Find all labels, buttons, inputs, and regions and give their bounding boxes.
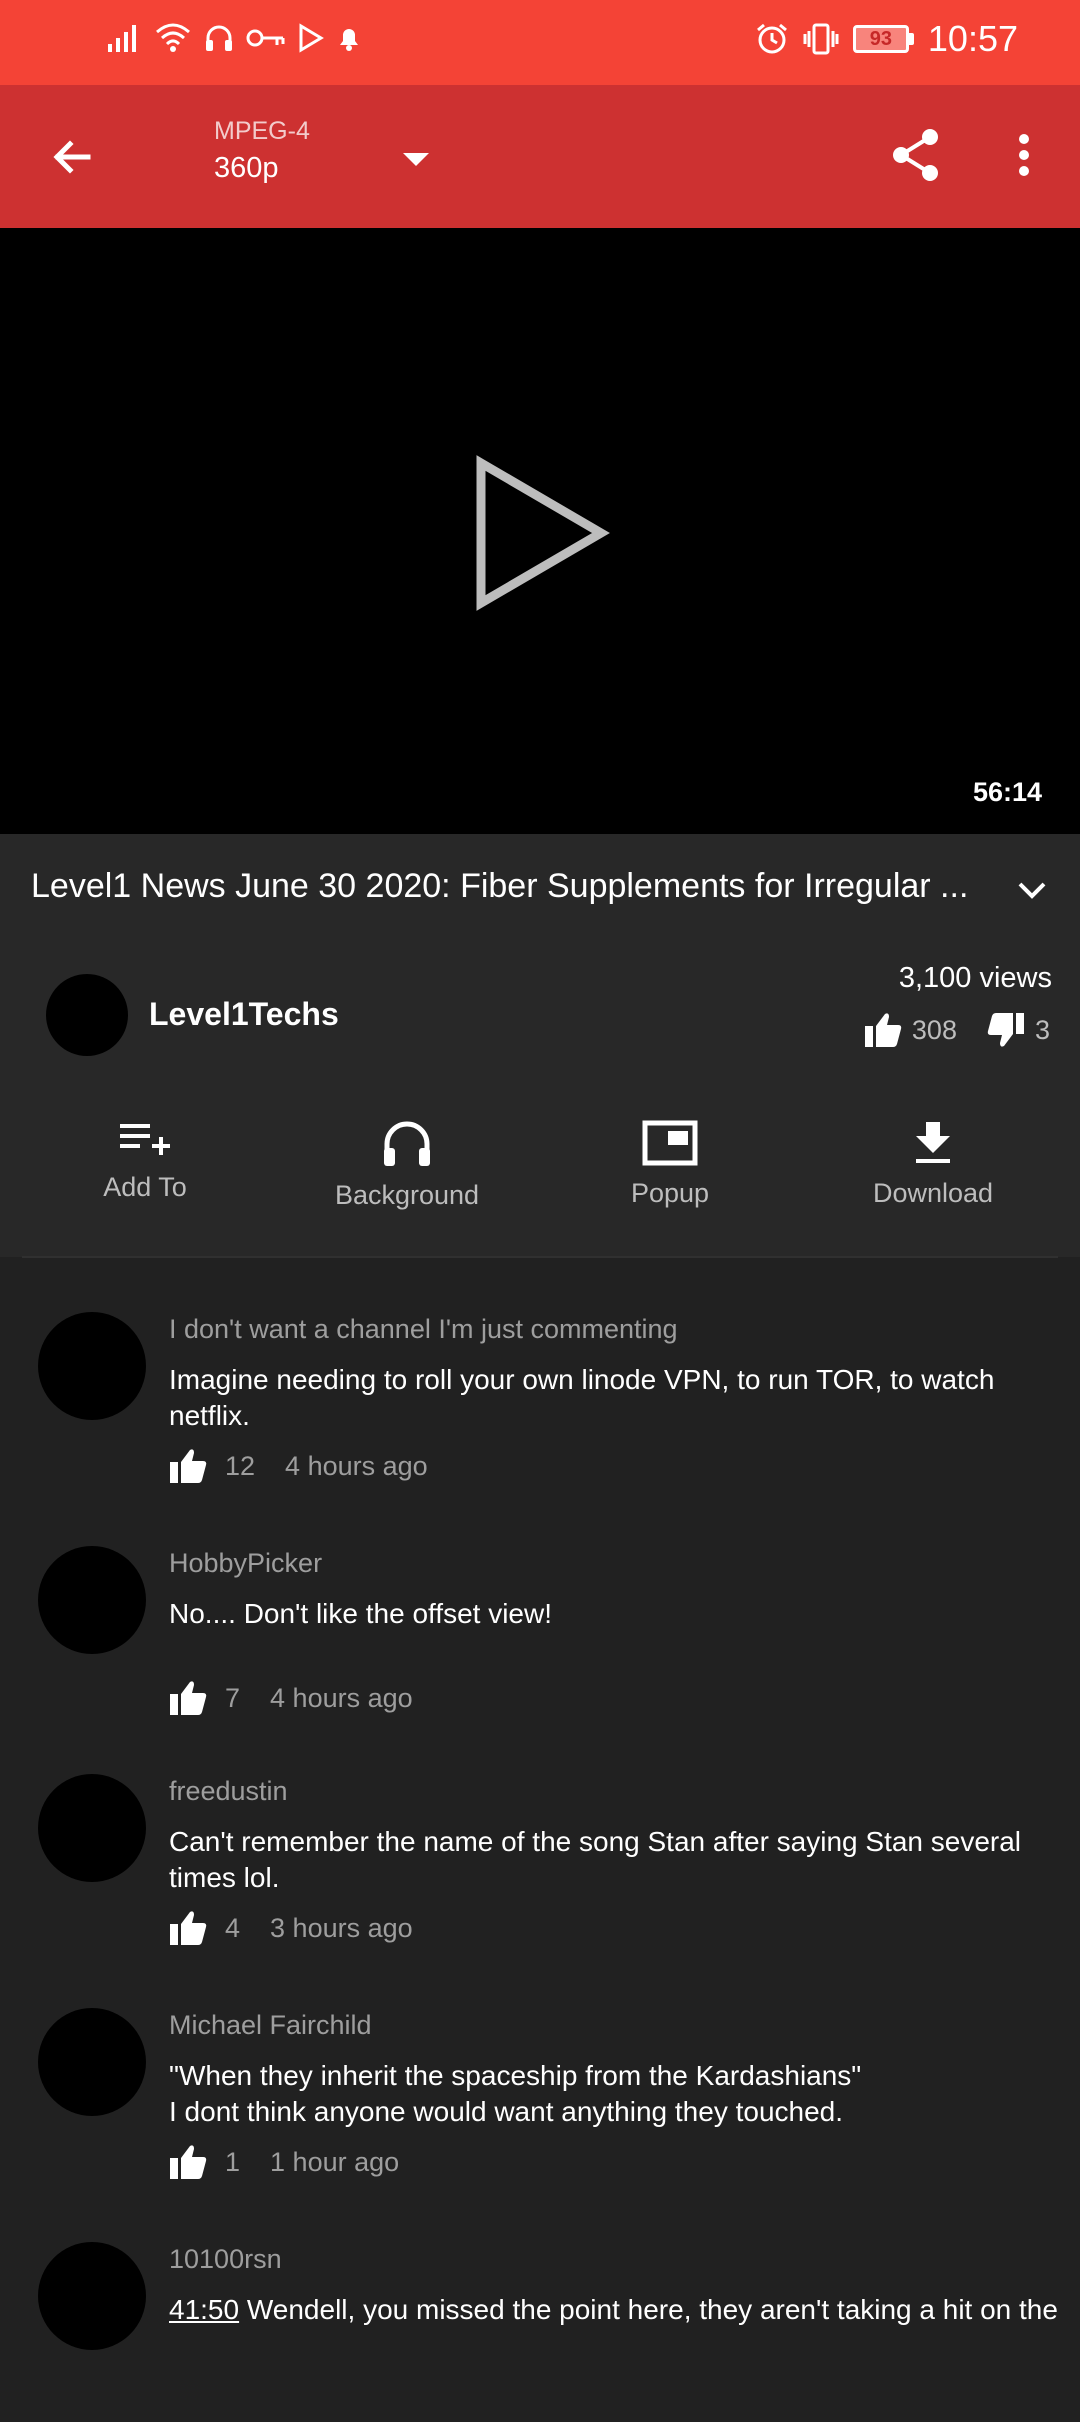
share-button[interactable]	[884, 123, 948, 187]
comment-like-count: 4	[225, 1912, 241, 1943]
video-title: Level1 News June 30 2020: Fiber Suppleme…	[31, 867, 969, 905]
play-store-icon	[299, 23, 324, 53]
action-label-background: Background	[334, 1180, 480, 1210]
actions-row: Add To Background Popup Download	[0, 1082, 1080, 1257]
alarm-icon	[756, 23, 787, 54]
headset-icon	[206, 25, 232, 51]
expand-description-button[interactable]	[1006, 864, 1058, 916]
action-label-popup: Popup	[630, 1178, 710, 1208]
headphones-icon	[384, 1121, 430, 1166]
comment-timestamp-link[interactable]: 41:50	[169, 2294, 239, 2325]
comment-time: 1 hour ago	[270, 2146, 400, 2177]
comment-author[interactable]: I don't want a channel I'm just commenti…	[169, 1314, 678, 1345]
more-options-button[interactable]	[992, 123, 1056, 187]
video-player[interactable]: 56:14	[0, 228, 1080, 834]
comment-like-count: 1	[225, 2146, 241, 2177]
status-icons-left	[106, 22, 362, 54]
thumb-up-icon	[864, 1013, 902, 1047]
commenter-avatar[interactable]	[38, 2008, 146, 2116]
comment-time: 4 hours ago	[285, 1450, 428, 1481]
comment-author[interactable]: freedustin	[169, 1776, 288, 1807]
background-play-button[interactable]: Background	[297, 1120, 517, 1211]
view-count: 3,100 views	[898, 962, 1052, 994]
comment-item[interactable]: HobbyPicker No.... Don't like the offset…	[0, 1492, 1080, 1720]
battery-indicator: 93	[852, 25, 914, 53]
channel-avatar[interactable]	[46, 974, 128, 1056]
toolbar: MPEG-4 360p	[0, 85, 1080, 228]
playlist-add-icon	[120, 1124, 170, 1155]
thumb-up-icon	[170, 1681, 207, 1715]
vibrate-icon	[803, 23, 839, 55]
comment-item[interactable]: Michael Fairchild "When they inherit the…	[0, 1954, 1080, 2188]
comment-text: Imagine needing to roll your own linode …	[169, 1364, 995, 1431]
channel-name[interactable]: Level1Techs	[149, 996, 339, 1033]
comment-author[interactable]: HobbyPicker	[169, 1548, 322, 1579]
comment-time: 3 hours ago	[270, 1912, 413, 1943]
signal-icon	[108, 25, 136, 52]
commenter-avatar[interactable]	[38, 2242, 146, 2350]
download-button[interactable]: Download	[823, 1120, 1043, 1209]
comment-author[interactable]: Michael Fairchild	[169, 2010, 372, 2041]
comment-item[interactable]: 10100rsn 41:50 Wendell, you missed the p…	[0, 2188, 1080, 2422]
comment-author[interactable]: 10100rsn	[169, 2244, 282, 2275]
thumb-up-icon	[170, 1911, 207, 1945]
comment-meta: 1 1 hour ago	[169, 2144, 399, 2180]
play-icon	[476, 455, 610, 611]
comment-text: "When they inherit the spaceship from th…	[169, 2060, 862, 2127]
back-button[interactable]	[40, 125, 104, 189]
share-icon	[893, 129, 938, 181]
add-to-playlist-button[interactable]: Add To	[35, 1120, 255, 1203]
commenter-avatar[interactable]	[38, 1774, 146, 1882]
comment-like-count: 12	[225, 1450, 256, 1481]
comments-list[interactable]: I don't want a channel I'm just commenti…	[0, 1258, 1080, 2422]
quality-dropdown-button[interactable]	[396, 140, 436, 180]
comment-text: No.... Don't like the offset view!	[169, 1598, 553, 1629]
thumb-up-icon	[170, 2145, 207, 2179]
thumb-up-icon	[170, 1449, 207, 1483]
comment-text: Can't remember the name of the song Stan…	[169, 1826, 1022, 1893]
like-count: 308	[911, 1014, 957, 1045]
comment-meta: 7 4 hours ago	[169, 1680, 413, 1716]
arrow-back-icon	[53, 140, 91, 174]
video-title-row[interactable]: Level1 News June 30 2020: Fiber Suppleme…	[0, 834, 1080, 942]
popup-button[interactable]: Popup	[560, 1120, 780, 1209]
play-button[interactable]	[460, 448, 620, 618]
format-label: MPEG-4	[214, 117, 310, 145]
quality-selector[interactable]: MPEG-4 360p	[214, 117, 310, 185]
more-vert-icon	[1019, 134, 1029, 176]
comment-meta: 12 4 hours ago	[169, 1448, 428, 1484]
commenter-avatar[interactable]	[38, 1312, 146, 1420]
comment-time: 4 hours ago	[270, 1682, 413, 1713]
download-icon	[916, 1122, 950, 1163]
battery-level: 93	[852, 25, 909, 53]
picture-in-picture-icon	[642, 1120, 698, 1166]
commenter-avatar[interactable]	[38, 1546, 146, 1654]
comment-like-count: 7	[225, 1682, 241, 1713]
status-bar: 93 10:57	[0, 0, 1080, 85]
thumb-down-icon	[987, 1013, 1024, 1047]
status-icons-right: 93 10:57	[755, 18, 1018, 60]
wifi-icon	[156, 23, 190, 52]
comment-text-body: Wendell, you missed the point here, they…	[239, 2294, 1058, 2325]
likes-row: 308 3	[864, 1012, 1050, 1048]
notification-bell-icon	[340, 29, 358, 51]
action-label-add-to: Add To	[103, 1172, 187, 1202]
chevron-down-icon	[1018, 882, 1046, 899]
comment-meta: 4 3 hours ago	[169, 1910, 413, 1946]
vpn-key-icon	[246, 29, 285, 47]
channel-row: Level1Techs 3,100 views 308 3	[0, 942, 1080, 1082]
status-time: 10:57	[927, 18, 1018, 59]
comment-item[interactable]: freedustin Can't remember the name of th…	[0, 1720, 1080, 1954]
dislike-count: 3	[1034, 1014, 1050, 1045]
action-label-download: Download	[872, 1178, 994, 1208]
dropdown-arrow-icon	[403, 153, 429, 166]
video-duration: 56:14	[972, 777, 1042, 807]
quality-label: 360p	[214, 152, 279, 184]
comment-text: 41:50 Wendell, you missed the point here…	[169, 2292, 1058, 2328]
comment-item[interactable]: I don't want a channel I'm just commenti…	[0, 1258, 1080, 1492]
